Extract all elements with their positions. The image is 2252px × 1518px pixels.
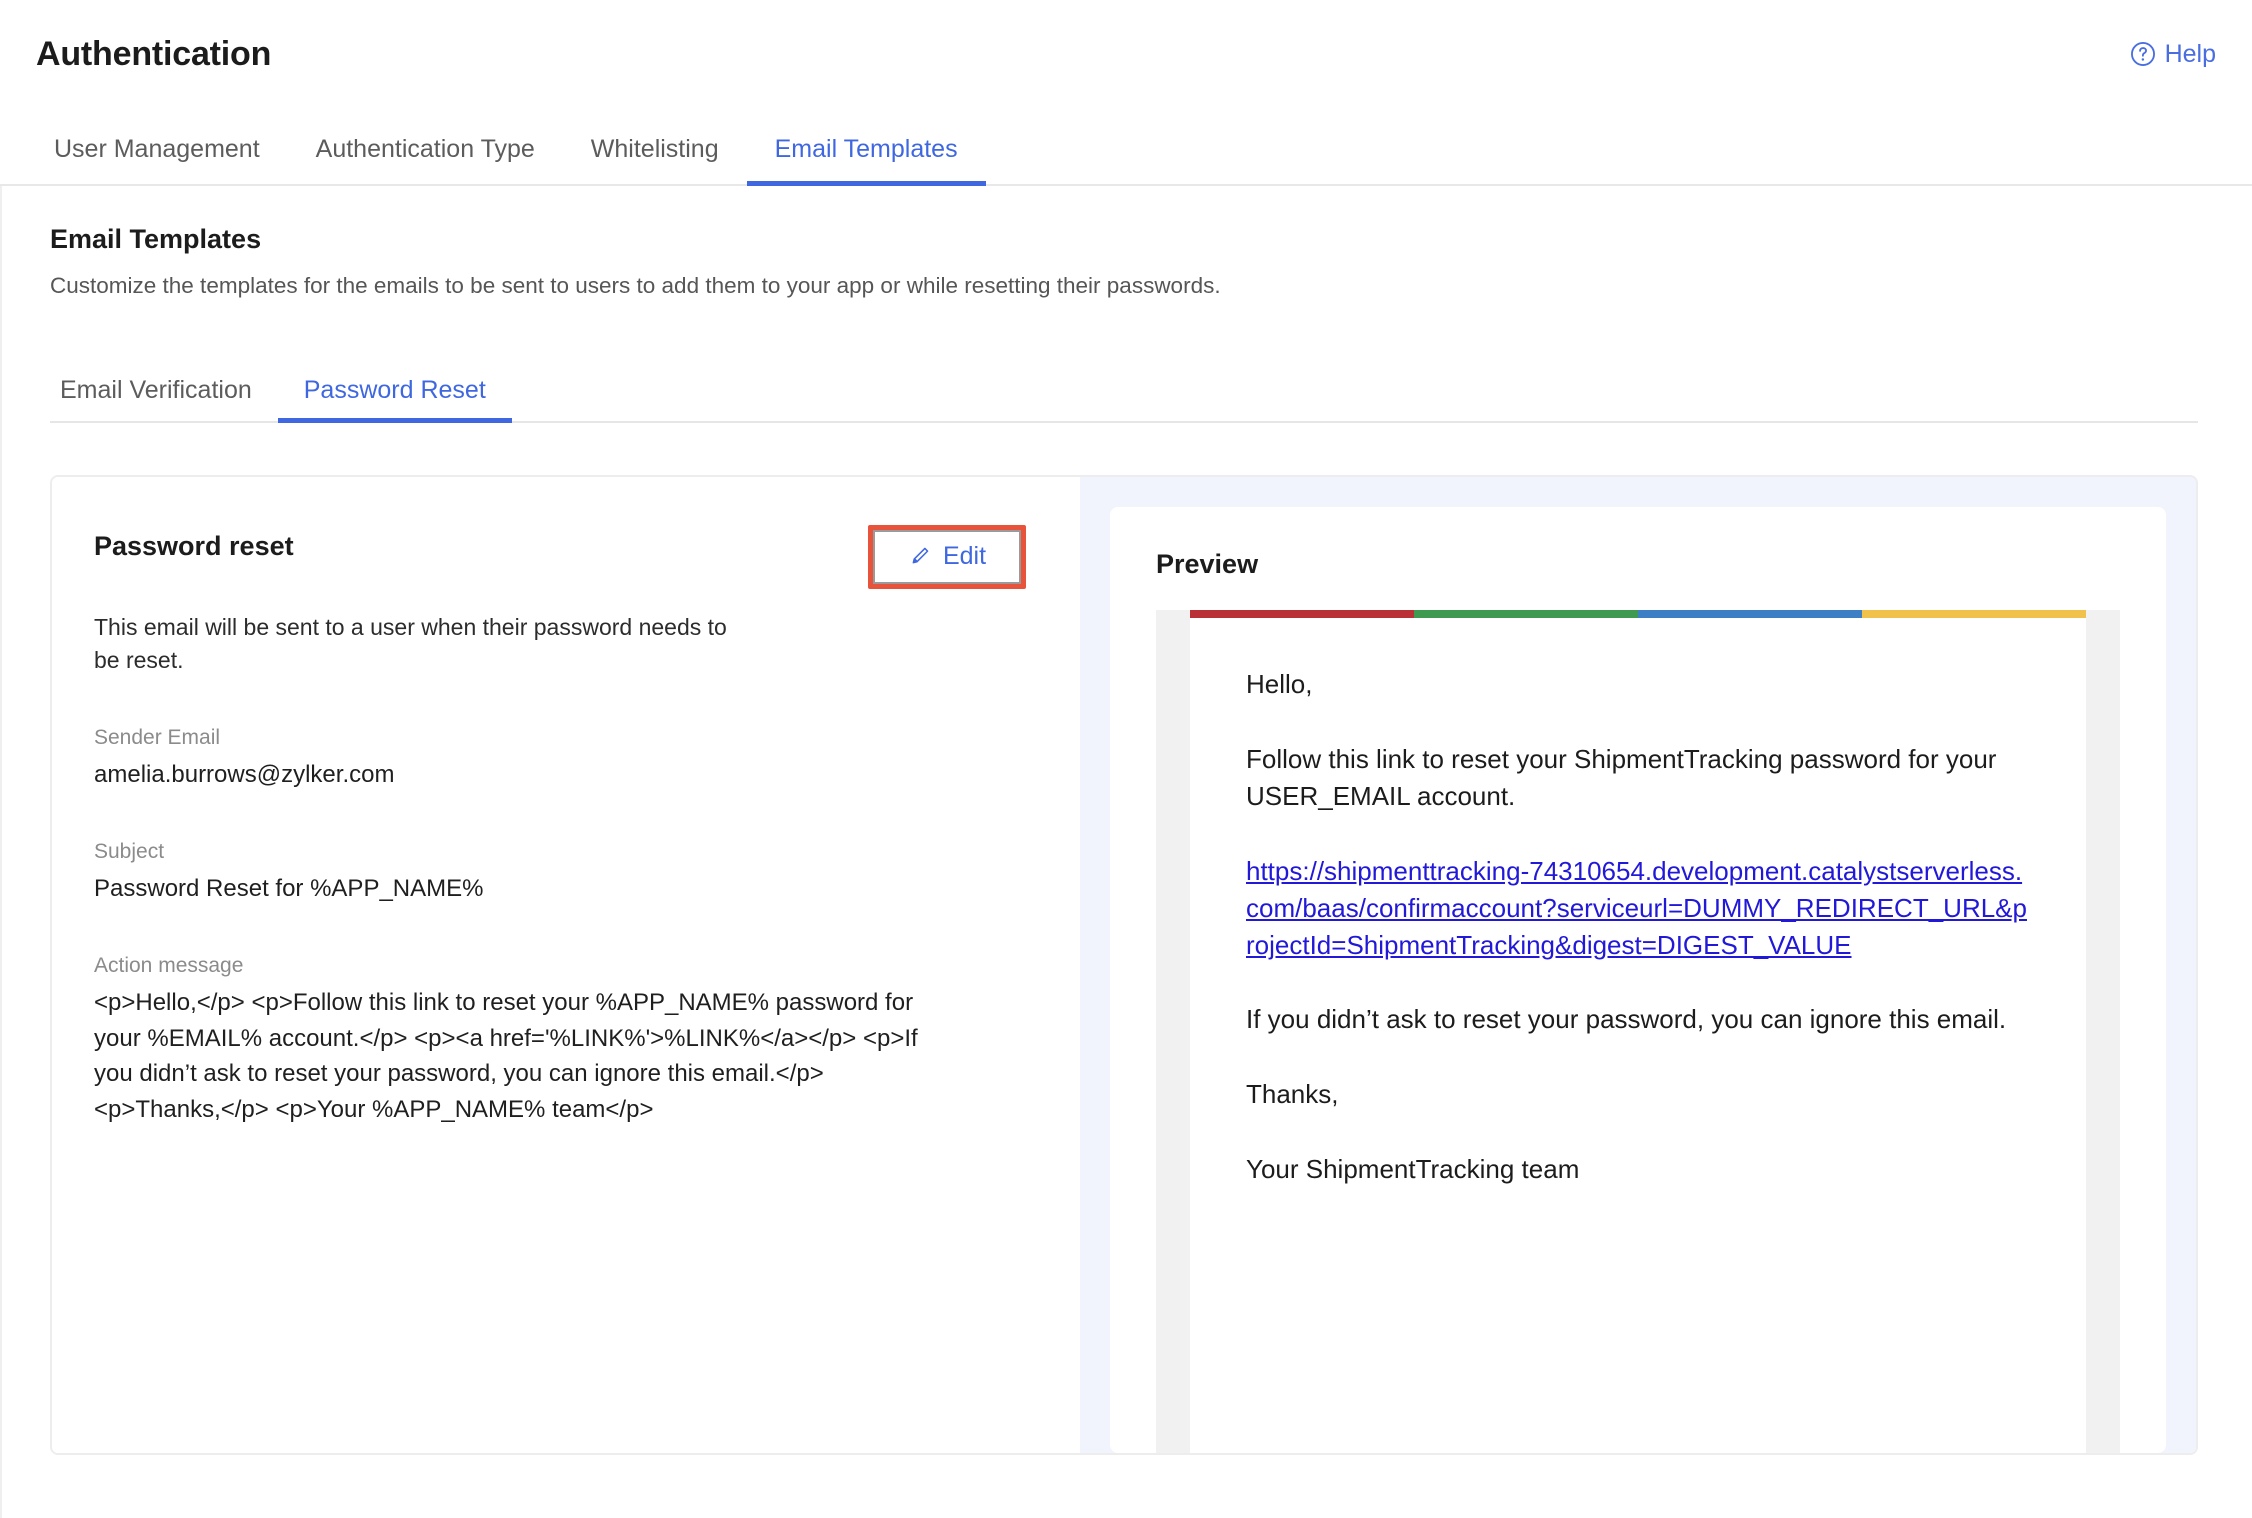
field-label: Action message — [94, 954, 1026, 978]
template-detail-pane: Password reset Edit This email will be s… — [52, 477, 1080, 1453]
email-greeting: Hello, — [1246, 666, 2030, 703]
top-header: Authentication Help — [0, 0, 2252, 108]
field-value: <p>Hello,</p> <p>Follow this link to res… — [94, 985, 934, 1127]
help-link[interactable]: Help — [2130, 40, 2216, 69]
email-intro: Follow this link to reset your ShipmentT… — [1246, 741, 2030, 815]
template-card: Password reset Edit This email will be s… — [50, 475, 2198, 1455]
main-tab-row: User Management Authentication Type Whit… — [0, 108, 2252, 186]
preview-card: Preview Hello, Follow this link to reset… — [1110, 507, 2166, 1453]
template-detail-header: Password reset Edit — [94, 525, 1026, 589]
brand-color-bar — [1190, 610, 2086, 618]
email-preview-frame: Hello, Follow this link to reset your Sh… — [1156, 610, 2120, 1455]
email-reset-link[interactable]: https://shipmenttracking-74310654.develo… — [1246, 856, 2027, 960]
sub-tab-row: Email Verification Password Reset — [50, 357, 2198, 423]
template-description: This email will be sent to a user when t… — [94, 611, 754, 679]
field-sender-email: Sender Email amelia.burrows@zylker.com — [94, 726, 1026, 792]
section-description: Customize the templates for the emails t… — [50, 273, 2216, 299]
field-label: Sender Email — [94, 726, 1026, 750]
email-thanks: Thanks, — [1246, 1076, 2030, 1113]
section-title: Email Templates — [50, 224, 2216, 255]
edit-button-label: Edit — [943, 543, 986, 571]
field-label: Subject — [94, 840, 1026, 864]
email-signature: Your ShipmentTracking team — [1246, 1151, 2030, 1188]
subtab-email-verification[interactable]: Email Verification — [50, 376, 278, 421]
help-label: Help — [2165, 40, 2216, 69]
subtab-password-reset[interactable]: Password Reset — [278, 376, 512, 421]
content-area: Email Templates Customize the templates … — [0, 186, 2252, 1518]
email-content: Hello, Follow this link to reset your Sh… — [1190, 618, 2086, 1188]
pencil-icon — [908, 545, 931, 568]
tab-email-templates[interactable]: Email Templates — [747, 135, 986, 184]
email-link-paragraph: https://shipmenttracking-74310654.develo… — [1246, 853, 2030, 964]
template-title: Password reset — [94, 525, 294, 562]
brand-bar-segment-red — [1190, 610, 1414, 618]
field-value: Password Reset for %APP_NAME% — [94, 871, 1026, 906]
brand-bar-segment-yellow — [1862, 610, 2086, 618]
edit-button-highlight: Edit — [868, 525, 1026, 589]
brand-bar-segment-blue — [1638, 610, 1862, 618]
brand-bar-segment-green — [1414, 610, 1638, 618]
field-value: amelia.burrows@zylker.com — [94, 757, 1026, 792]
tab-user-management[interactable]: User Management — [36, 135, 288, 184]
preview-pane: Preview Hello, Follow this link to reset… — [1080, 477, 2196, 1453]
preview-title: Preview — [1156, 549, 2120, 580]
edit-button[interactable]: Edit — [873, 530, 1021, 584]
page-title: Authentication — [36, 35, 271, 74]
question-circle-icon — [2130, 41, 2156, 67]
email-preview-body: Hello, Follow this link to reset your Sh… — [1190, 610, 2086, 1455]
field-subject: Subject Password Reset for %APP_NAME% — [94, 840, 1026, 906]
tab-whitelisting[interactable]: Whitelisting — [563, 135, 747, 184]
tab-authentication-type[interactable]: Authentication Type — [288, 135, 563, 184]
field-action-message: Action message <p>Hello,</p> <p>Follow t… — [94, 954, 1026, 1127]
email-disclaimer: If you didn’t ask to reset your password… — [1246, 1001, 2030, 1038]
